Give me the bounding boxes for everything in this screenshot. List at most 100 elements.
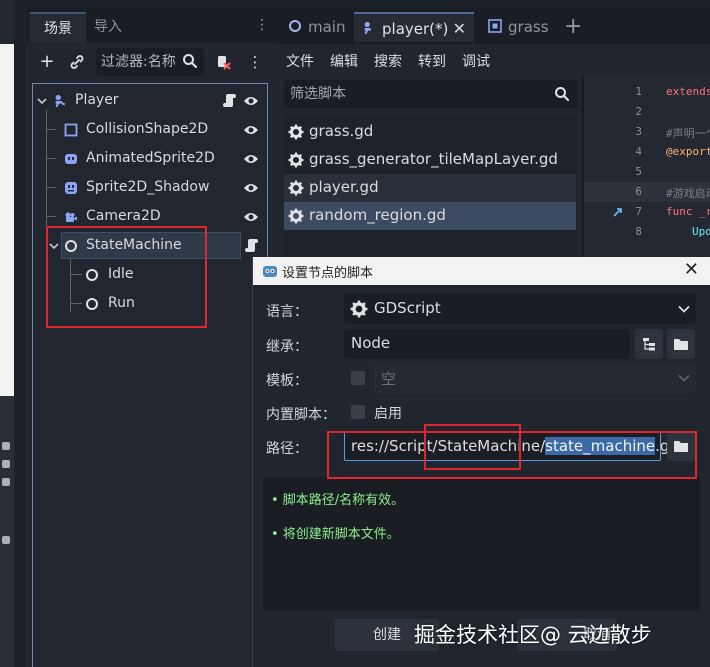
line-number: 7 <box>635 205 642 218</box>
code-line: 5 <box>584 162 710 182</box>
tab-label: main <box>308 18 346 36</box>
background-icon <box>2 442 10 450</box>
collapse-arrow-icon[interactable] <box>49 242 59 250</box>
code-line: 8 Upd <box>584 222 710 242</box>
tab-main[interactable]: main <box>280 12 350 42</box>
tree-node-idle[interactable]: Idle <box>33 261 267 289</box>
tree-node-label: Idle <box>108 266 134 282</box>
chevron-down-icon <box>678 374 690 382</box>
script-icon[interactable] <box>223 93 237 108</box>
path-prefix: res://Script/StateMachine/ <box>351 437 546 455</box>
tree-node-label: Sprite2D_Shadow <box>86 179 210 195</box>
menu-file[interactable]: 文件 <box>286 51 314 71</box>
script-item-label: grass.gd <box>309 122 374 140</box>
add-tab-icon[interactable]: + <box>564 12 588 42</box>
tree-node-camera2d[interactable]: Camera2D <box>33 203 267 231</box>
attach-script-icon[interactable] <box>245 238 259 253</box>
inherits-label: 继承： <box>266 339 308 355</box>
chevron-down-icon <box>678 305 690 313</box>
attach-script-icon[interactable] <box>212 50 234 74</box>
code-text: #游戏启动 <box>666 187 710 200</box>
template-select[interactable]: 空 <box>374 363 696 393</box>
script-filter-input[interactable] <box>290 83 530 105</box>
code-text: #声明一个 <box>666 127 710 140</box>
background-window-strip <box>0 0 14 667</box>
builtin-row: 内置脚本： 启用 <box>253 397 710 429</box>
tree-node-player[interactable]: Player <box>33 87 267 115</box>
tilemap-icon <box>488 19 502 33</box>
line-number: 6 <box>635 185 642 198</box>
tree-node-sprite2d-shadow[interactable]: Sprite2D_Shadow <box>33 174 267 202</box>
menu-debug[interactable]: 调试 <box>462 51 490 71</box>
visibility-eye-icon[interactable] <box>243 152 259 166</box>
tree-node-label: Camera2D <box>86 208 161 224</box>
builtin-checkbox[interactable] <box>351 405 365 419</box>
menu-edit[interactable]: 编辑 <box>330 51 358 71</box>
tree-node-animatedsprite2d[interactable]: AnimatedSprite2D <box>33 145 267 173</box>
menu-search[interactable]: 搜索 <box>374 51 402 71</box>
tab-player[interactable]: player(*) ✕ <box>354 12 474 42</box>
node-icon <box>86 269 98 281</box>
code-line: 2 <box>584 102 710 122</box>
close-tab-icon[interactable]: ✕ <box>453 14 466 44</box>
gear-icon <box>288 180 304 196</box>
template-checkbox[interactable] <box>351 371 365 385</box>
path-input[interactable]: res://Script/StateMachine/state_machine.… <box>344 431 679 461</box>
code-editor[interactable]: 1 extends 2 3 #声明一个 4 @export 5 6 #游戏启动 7 fun… <box>584 76 710 266</box>
language-select[interactable]: GDScript <box>344 294 696 324</box>
language-value: GDScript <box>374 299 441 317</box>
language-row: 语言： GDScript <box>253 294 710 326</box>
tab-label: grass <box>508 18 549 36</box>
tree-node-statemachine[interactable]: StateMachine <box>33 232 267 260</box>
browse-path-button[interactable] <box>667 431 695 461</box>
tab-import[interactable]: 导入 <box>80 12 136 42</box>
code-text: extends <box>666 85 710 98</box>
tree-node-label: Player <box>75 92 119 108</box>
visibility-eye-icon[interactable] <box>243 210 259 224</box>
watermark: 掘金技术社区@ 云边散步 <box>414 623 652 647</box>
camera-icon <box>65 212 77 222</box>
inherits-field[interactable]: Node <box>344 329 630 359</box>
visibility-eye-icon[interactable] <box>243 94 259 108</box>
scene-options-icon[interactable]: ⋮ <box>244 50 266 74</box>
visibility-eye-icon[interactable] <box>243 181 259 195</box>
tree-node-collisionshape2d[interactable]: CollisionShape2D <box>33 116 267 144</box>
tree-node-run[interactable]: Run <box>33 290 267 318</box>
browse-inherits-button[interactable] <box>667 329 695 359</box>
script-item-grass-generator[interactable]: grass_generator_tileMapLayer.gd <box>284 146 576 174</box>
code-line: 3 #声明一个 <box>584 122 710 142</box>
dialog-titlebar: 设置节点的脚本 ✕ <box>253 257 710 285</box>
tree-node-label: CollisionShape2D <box>86 121 209 137</box>
script-item-random-region[interactable]: random_region.gd <box>284 202 576 230</box>
path-label: 路径： <box>266 441 308 457</box>
pick-class-button[interactable] <box>635 329 663 359</box>
background-icon <box>2 536 10 544</box>
menu-goto[interactable]: 转到 <box>418 51 446 71</box>
function-connection-icon[interactable] <box>612 206 624 218</box>
scene-filter-input[interactable] <box>101 51 181 73</box>
instance-link-icon[interactable] <box>66 50 88 74</box>
background-icon <box>2 478 10 486</box>
tree-node-label: Run <box>108 295 135 311</box>
tab-grass[interactable]: grass <box>480 12 560 42</box>
line-number: 8 <box>635 225 642 238</box>
script-item-player[interactable]: player.gd <box>284 174 576 202</box>
path-text: res://Script/StateMachine/state_machine.… <box>351 437 679 455</box>
scene-filter <box>96 48 204 76</box>
close-icon[interactable]: ✕ <box>684 259 699 280</box>
builtin-label: 内置脚本： <box>266 407 336 423</box>
code-line: 4 @export <box>584 142 710 162</box>
script-item-grass[interactable]: grass.gd <box>284 118 576 146</box>
inherits-value: Node <box>351 334 391 352</box>
dock-menu-icon[interactable]: ⋮ <box>255 18 269 32</box>
visibility-eye-icon[interactable] <box>243 123 259 137</box>
character-body-icon <box>364 21 371 35</box>
line-number: 1 <box>635 85 642 98</box>
add-node-icon[interactable]: + <box>36 50 58 74</box>
script-list-panel: grass.gd grass_generator_tileMapLayer.gd… <box>276 76 582 266</box>
attach-script-dialog: 设置节点的脚本 ✕ 语言： GDScript 继承： Node 模板： 空 内置… <box>252 257 710 667</box>
line-number: 5 <box>635 165 642 178</box>
collapse-arrow-icon[interactable] <box>37 97 47 105</box>
tab-scene[interactable]: 场景 <box>30 12 86 42</box>
path-selected-text: state_machine <box>545 437 656 455</box>
